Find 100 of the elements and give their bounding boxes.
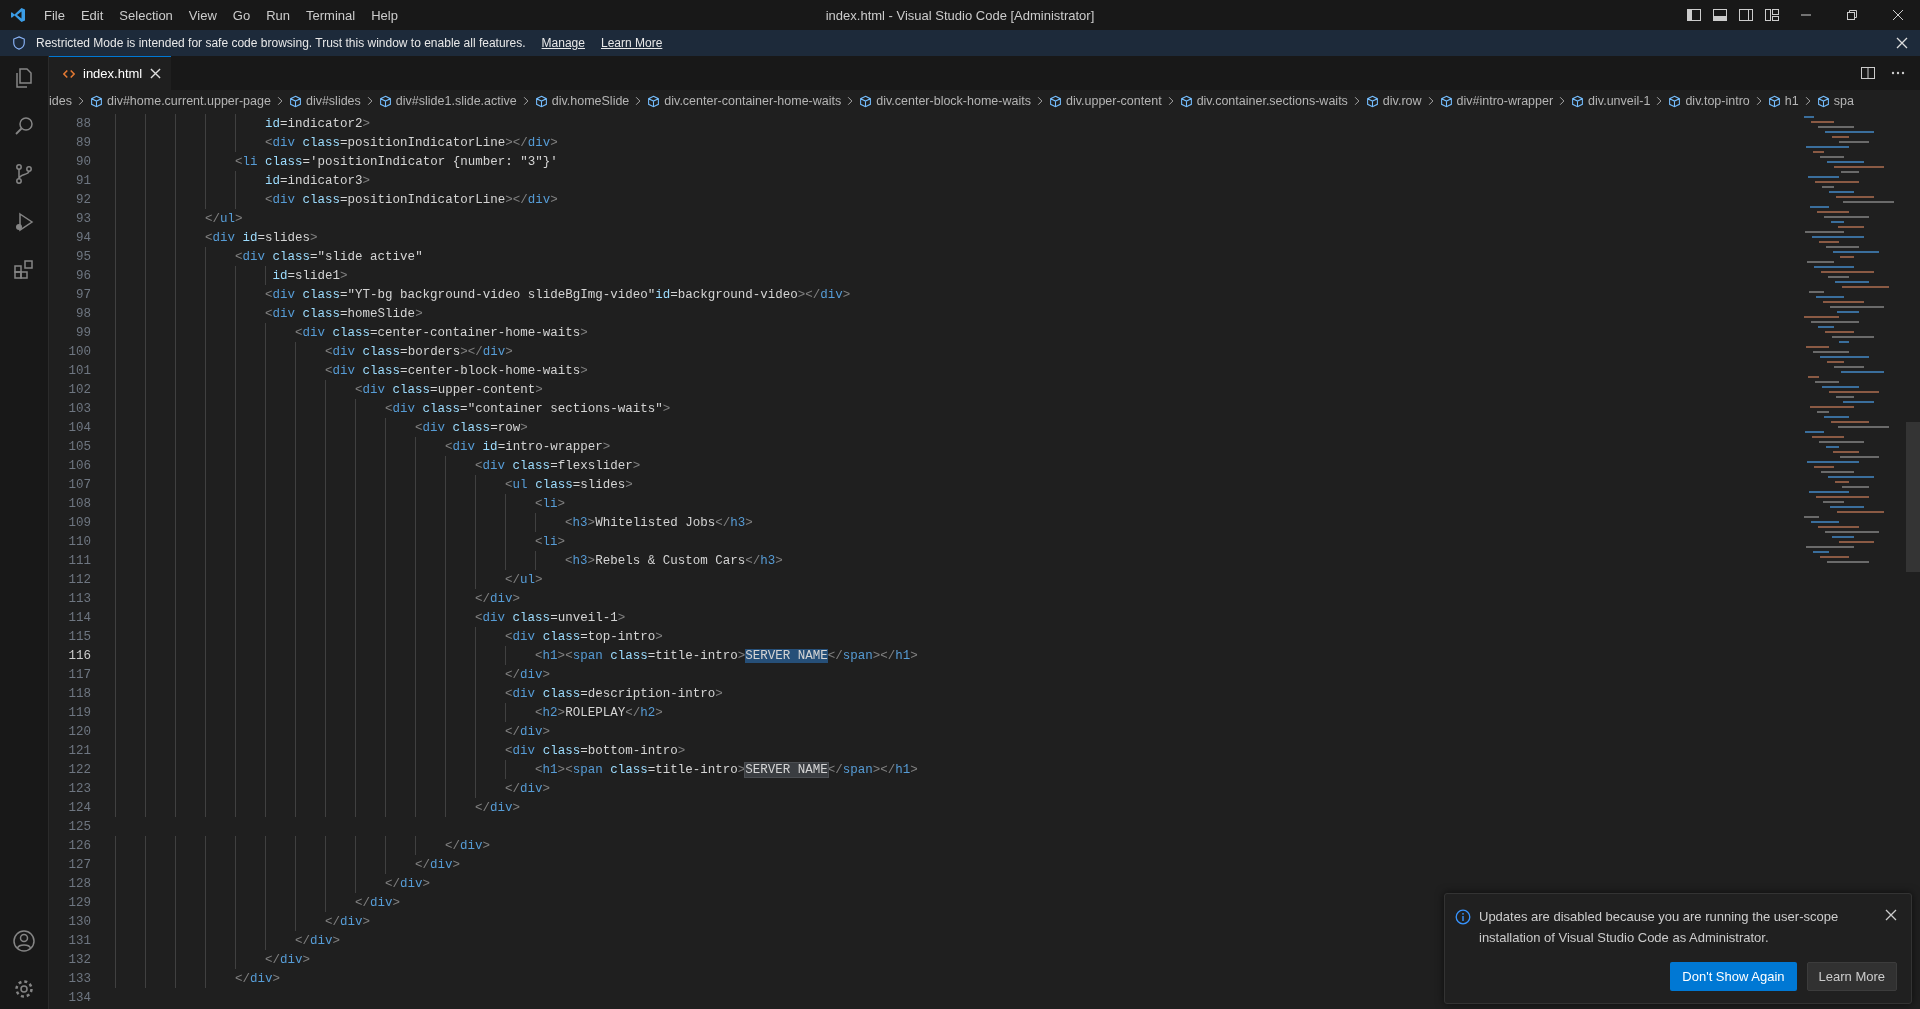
cube-icon (859, 94, 873, 108)
code-line: <div class="YT-bg background-video slideBgImg-video"id=background-video></div> (264, 287, 851, 302)
breadcrumb-item[interactable]: div.homeSlide (534, 94, 630, 108)
code-line: </div> (444, 838, 491, 853)
notification-button[interactable]: Don't Show Again (1670, 962, 1797, 991)
close-icon[interactable] (1896, 37, 1908, 49)
code-line: </div> (414, 857, 461, 872)
chevron-icon (1656, 96, 1663, 106)
line-number: 109 (67, 515, 92, 530)
code-line: </div> (294, 933, 341, 948)
code-line: <h3>Whitelisted Jobs</h3> (564, 515, 753, 530)
code-line: <div id=intro-wrapper> (444, 439, 611, 454)
line-number: 111 (67, 553, 92, 568)
sidebar-toggle-icon[interactable] (1686, 7, 1702, 23)
notification-button[interactable]: Learn More (1806, 962, 1897, 991)
code-line: <div class=upper-content> (354, 382, 543, 397)
cube-icon (534, 94, 548, 108)
info-icon (1455, 909, 1471, 925)
menu-item[interactable]: File (36, 7, 73, 23)
line-number: 122 (67, 762, 92, 777)
line-number: 89 (75, 135, 92, 150)
chevron-icon (276, 96, 283, 106)
close-icon[interactable] (1885, 909, 1897, 921)
menu-item[interactable]: Go (224, 7, 259, 23)
line-number: 110 (67, 534, 92, 549)
line-number: 116 (67, 648, 92, 663)
line-number: 96 (75, 268, 92, 283)
menu-item[interactable]: Selection (111, 7, 181, 23)
line-number: 101 (67, 363, 92, 378)
line-number: 98 (75, 306, 92, 321)
breadcrumb-item[interactable]: div.center-block-home-waits (859, 94, 1031, 108)
line-number: 121 (67, 743, 92, 758)
chevron-icon (1559, 96, 1566, 106)
menu-item[interactable]: Terminal (298, 7, 364, 23)
cube-icon (378, 94, 392, 108)
close-icon[interactable] (1892, 9, 1904, 21)
breadcrumb-item[interactable]: div.row (1365, 94, 1422, 108)
breadcrumb-item[interactable]: div.container.sections-waits (1179, 94, 1348, 108)
breadcrumb-item[interactable]: h1 (1767, 94, 1799, 108)
breadcrumb-item[interactable]: div#slides (288, 94, 361, 108)
line-number: 90 (75, 154, 92, 169)
code-line: <li> (534, 496, 566, 511)
chevron-icon (1804, 96, 1811, 106)
line-number: 126 (67, 838, 92, 853)
line-number: 92 (75, 192, 92, 207)
breadcrumb-item[interactable]: div#intro-wrapper (1439, 94, 1554, 108)
menu-item[interactable]: Help (363, 7, 406, 23)
secondary-sidebar-icon[interactable] (1738, 7, 1754, 23)
line-number: 104 (67, 420, 92, 435)
line-number: 94 (75, 230, 92, 245)
code-line: </div> (504, 781, 551, 796)
settings-icon[interactable] (12, 977, 36, 1001)
line-number: 88 (75, 116, 92, 131)
breadcrumb-item[interactable]: div.upper-content (1048, 94, 1162, 108)
cube-icon (1439, 94, 1453, 108)
line-number: 133 (67, 971, 92, 986)
code-line: </div> (354, 895, 401, 910)
close-icon[interactable] (150, 68, 162, 79)
extensions-icon[interactable] (12, 258, 36, 282)
breadcrumb-item[interactable]: div#slide1.slide.active (378, 94, 517, 108)
banner-link[interactable]: Manage (541, 36, 585, 50)
code-line: <h3>Rebels & Custom Cars</h3> (564, 553, 783, 568)
code-line: <li class='positionIndicator {number: "3"}' (234, 154, 558, 169)
code-line: <div class=positionIndicatorLine></div> (264, 192, 558, 207)
panel-toggle-icon[interactable] (1712, 7, 1728, 23)
account-icon[interactable] (12, 929, 36, 953)
shield-icon (12, 36, 26, 50)
line-number: 93 (75, 211, 92, 226)
breadcrumb-item[interactable]: ides (49, 94, 72, 108)
window-title: index.html - Visual Studio Code [Administrator] (825, 7, 1095, 23)
code-line: id=indicator3> (264, 173, 371, 188)
breadcrumb-item[interactable]: div#home.current.upper-page (89, 94, 271, 108)
code-line: id=indicator2> (264, 116, 371, 131)
cube-icon (1048, 94, 1062, 108)
code-line: </div> (504, 667, 551, 682)
layout-icon[interactable] (1764, 7, 1780, 23)
code-line: <div class=row> (414, 420, 528, 435)
code-line: </div> (324, 914, 371, 929)
breadcrumb-item[interactable]: div.unveil-1 (1571, 94, 1651, 108)
code-line: </div> (384, 876, 431, 891)
menu-item[interactable]: View (180, 7, 225, 23)
chevron-icon (847, 96, 854, 106)
notification-message: Updates are disabled because you are running the user-scope installation of Visual Studio Code as Administrator. (1479, 908, 1840, 947)
cube-icon (1179, 94, 1193, 108)
breadcrumb-item[interactable]: div.top-intro (1668, 94, 1750, 108)
breadcrumb-item[interactable]: div.center-container-home-waits (647, 94, 842, 108)
line-number: 100 (67, 344, 92, 359)
banner-link[interactable]: Learn More (600, 36, 663, 50)
code-line: <div class=unveil-1> (474, 610, 626, 625)
line-number: 107 (67, 477, 92, 492)
line-number: 119 (67, 705, 92, 720)
menu-item[interactable]: Run (258, 7, 298, 23)
split-editor-icon[interactable] (1860, 65, 1876, 81)
menu-item[interactable]: Edit (72, 7, 112, 23)
breadcrumb-item[interactable]: spa (1816, 94, 1854, 108)
code-line: </div> (504, 724, 551, 739)
restore-icon[interactable] (1846, 9, 1858, 21)
editor-tab[interactable]: index.html (49, 56, 172, 90)
code-line: <div id=slides> (204, 230, 318, 245)
html-file-icon (63, 68, 75, 79)
